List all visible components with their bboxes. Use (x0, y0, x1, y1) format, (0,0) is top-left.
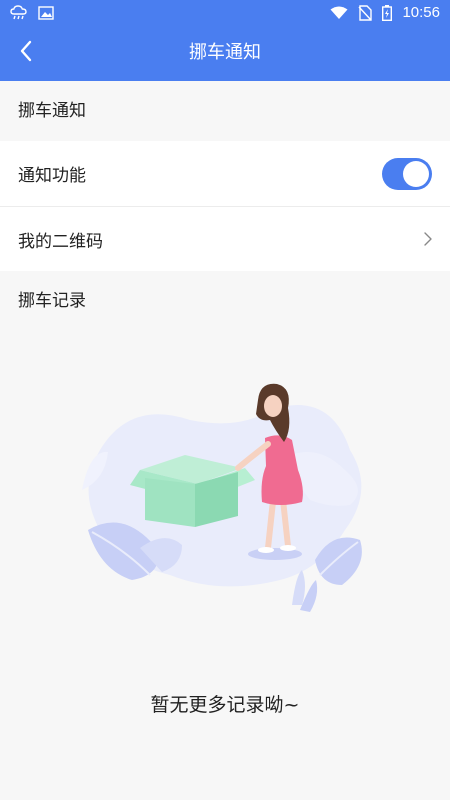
cloud-rain-icon (10, 4, 28, 21)
qr-code-label: 我的二维码 (18, 231, 103, 252)
app-bar: 挪车通知 (0, 25, 450, 81)
chevron-right-icon (424, 232, 432, 246)
notify-section-header: 挪车通知 (0, 81, 450, 141)
battery-charging-icon (382, 4, 393, 21)
empty-state-illustration (70, 380, 380, 620)
notify-function-row: 通知功能 (0, 141, 450, 206)
toggle-knob (403, 160, 429, 187)
status-time: 10:56 (402, 4, 440, 21)
records-section-header: 挪车记录 (0, 271, 450, 331)
empty-state-message: 暂无更多记录呦~ (150, 694, 300, 716)
page-title: 挪车通知 (189, 42, 261, 63)
image-icon (38, 5, 54, 20)
wifi-icon (330, 6, 348, 20)
no-sim-icon (358, 4, 373, 21)
status-bar-right: 10:56 (330, 4, 440, 21)
notify-function-toggle[interactable] (382, 157, 432, 190)
notify-function-label: 通知功能 (18, 166, 86, 186)
status-bar-left (10, 4, 54, 21)
qr-code-row[interactable]: 我的二维码 (0, 207, 450, 271)
status-bar: 10:56 (0, 0, 450, 25)
